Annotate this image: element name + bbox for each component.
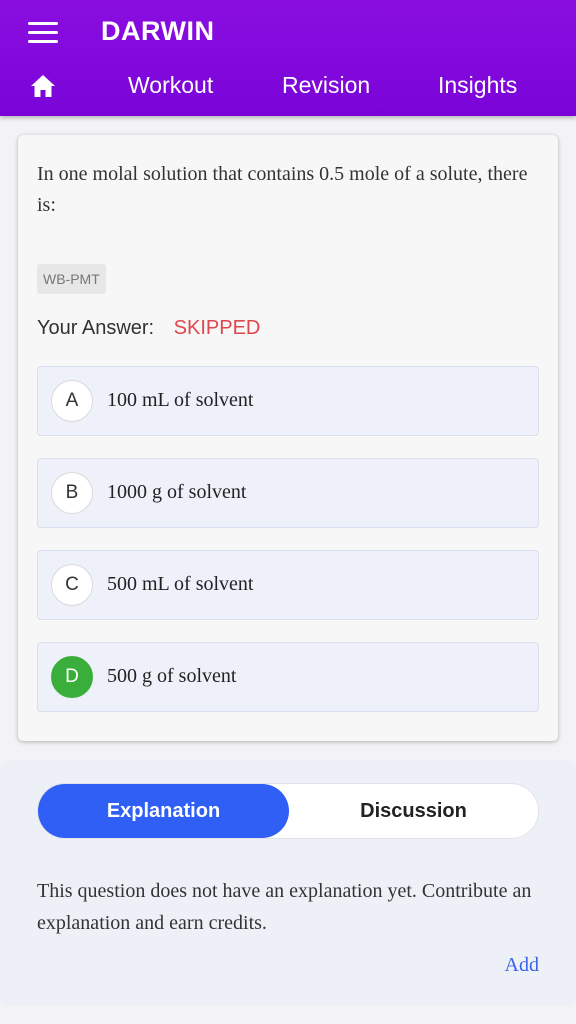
- option-text: 1000 g of solvent: [107, 481, 247, 503]
- option-c[interactable]: C 500 mL of solvent: [37, 550, 539, 620]
- your-answer-row: Your Answer: SKIPPED: [37, 317, 260, 340]
- option-a[interactable]: A 100 mL of solvent: [37, 366, 539, 436]
- answer-status: SKIPPED: [173, 317, 261, 339]
- explanation-message: This question does not have an explanati…: [37, 880, 532, 934]
- option-letter: C: [51, 564, 93, 606]
- nav-revision[interactable]: Revision: [282, 72, 370, 99]
- nav-insights[interactable]: Insights: [438, 72, 517, 99]
- question-card: In one molal solution that contains 0.5 …: [18, 135, 558, 741]
- add-explanation-link[interactable]: Add: [505, 954, 539, 977]
- explanation-section: Explanation Discussion This question doe…: [0, 760, 576, 1006]
- app-bar: DARWIN Workout Revision Insights: [0, 0, 576, 116]
- tab-discussion[interactable]: Discussion: [288, 784, 539, 838]
- option-letter: B: [51, 472, 93, 514]
- option-letter: A: [51, 380, 93, 422]
- app-title: DARWIN: [101, 16, 215, 46]
- exam-tag: WB-PMT: [37, 264, 106, 294]
- question-text: In one molal solution that contains 0.5 …: [37, 163, 528, 216]
- home-icon[interactable]: [30, 74, 56, 98]
- tab-explanation[interactable]: Explanation: [38, 784, 289, 838]
- explanation-toggle: Explanation Discussion: [37, 783, 539, 839]
- option-d[interactable]: D 500 g of solvent: [37, 642, 539, 712]
- option-text: 100 mL of solvent: [107, 389, 254, 411]
- option-text: 500 g of solvent: [107, 665, 237, 687]
- your-answer-label: Your Answer:: [37, 317, 155, 339]
- menu-icon[interactable]: [28, 22, 58, 44]
- option-text: 500 mL of solvent: [107, 573, 254, 595]
- nav-workout[interactable]: Workout: [128, 72, 213, 99]
- option-letter-correct: D: [51, 656, 93, 698]
- option-b[interactable]: B 1000 g of solvent: [37, 458, 539, 528]
